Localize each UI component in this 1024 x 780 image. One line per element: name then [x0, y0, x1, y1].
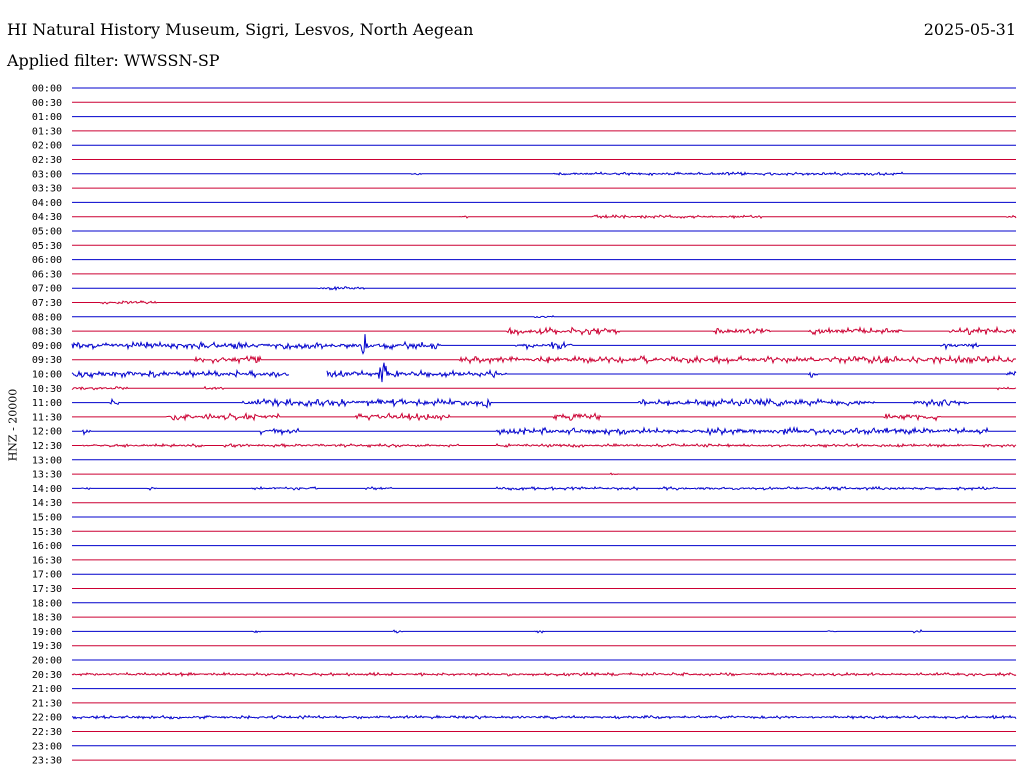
- trace-line: [72, 354, 1017, 366]
- row-time-label: 10:00: [32, 370, 62, 381]
- row-time-label: 20:30: [32, 670, 62, 681]
- trace-line: [72, 325, 1017, 337]
- row-time-label: 12:30: [32, 441, 62, 452]
- trace-line: [72, 412, 1016, 422]
- row-time-label: 14:30: [32, 498, 62, 509]
- row-time-label: 17:00: [32, 570, 62, 581]
- trace-line: [72, 442, 1017, 449]
- row-time-label: 09:00: [32, 341, 62, 352]
- trace-line: [72, 425, 1016, 437]
- row-time-label: 06:00: [32, 255, 62, 266]
- row-time-label: 22:30: [32, 727, 62, 738]
- row-time-label: 06:30: [32, 269, 62, 280]
- trace-line: [72, 397, 1016, 409]
- row-time-label: 13:30: [32, 470, 62, 481]
- trace-line: [71, 671, 1017, 678]
- row-time-label: 02:00: [32, 141, 62, 152]
- row-time-label: 02:30: [32, 155, 62, 166]
- trace-line: [71, 714, 1017, 720]
- row-time-label: 18:00: [32, 598, 62, 609]
- row-time-label: 04:30: [32, 212, 62, 223]
- row-time-label: 15:30: [32, 527, 62, 538]
- row-time-label: 07:30: [32, 298, 62, 309]
- row-time-label: 20:00: [32, 656, 62, 667]
- row-time-label: 03:30: [32, 184, 62, 195]
- row-time-label: 09:30: [32, 355, 62, 366]
- trace-line: [71, 362, 1017, 383]
- trace-line: [71, 334, 1016, 355]
- row-time-label: 01:00: [32, 112, 62, 123]
- row-time-label: 22:00: [32, 713, 62, 724]
- row-time-label: 12:00: [32, 427, 62, 438]
- row-time-label: 05:00: [32, 227, 62, 238]
- row-time-label: 05:30: [32, 241, 62, 252]
- row-time-label: 11:00: [32, 398, 62, 409]
- row-time-label: 08:00: [32, 312, 62, 323]
- trace-line: [72, 315, 1016, 319]
- trace-line: [72, 171, 1016, 177]
- row-time-label: 15:00: [32, 513, 62, 524]
- row-time-label: 00:30: [32, 98, 62, 109]
- row-time-label: 23:00: [32, 741, 62, 752]
- row-time-label: 11:30: [32, 412, 62, 423]
- row-time-label: 13:00: [32, 455, 62, 466]
- trace-line: [71, 385, 1017, 391]
- row-time-label: 03:00: [32, 169, 62, 180]
- row-time-label: 21:30: [32, 698, 62, 709]
- row-time-label: 16:00: [32, 541, 62, 552]
- trace-line: [72, 300, 1016, 305]
- row-time-label: 10:30: [32, 384, 62, 395]
- trace-line: [72, 472, 1016, 476]
- row-time-label: 19:30: [32, 641, 62, 652]
- trace-line: [72, 485, 1016, 492]
- row-time-label: 14:00: [32, 484, 62, 495]
- row-time-label: 01:30: [32, 126, 62, 137]
- trace-line: [72, 285, 1016, 291]
- row-time-label: 18:30: [32, 613, 62, 624]
- row-time-label: 19:00: [32, 627, 62, 638]
- row-time-label: 00:00: [32, 84, 62, 95]
- row-time-label: 07:00: [32, 284, 62, 295]
- trace-line: [72, 628, 1016, 634]
- row-time-label: 17:30: [32, 584, 62, 595]
- trace-line: [72, 213, 1017, 220]
- row-time-label: 21:00: [32, 684, 62, 695]
- row-time-label: 23:30: [32, 756, 62, 767]
- row-time-label: 08:30: [32, 327, 62, 338]
- row-time-label: 04:00: [32, 198, 62, 209]
- helicorder-plot: 00:00 00:30 01:00 01:30 02:00 02:30 03:00 03:30…: [32, 84, 1017, 767]
- row-time-label: 16:30: [32, 555, 62, 566]
